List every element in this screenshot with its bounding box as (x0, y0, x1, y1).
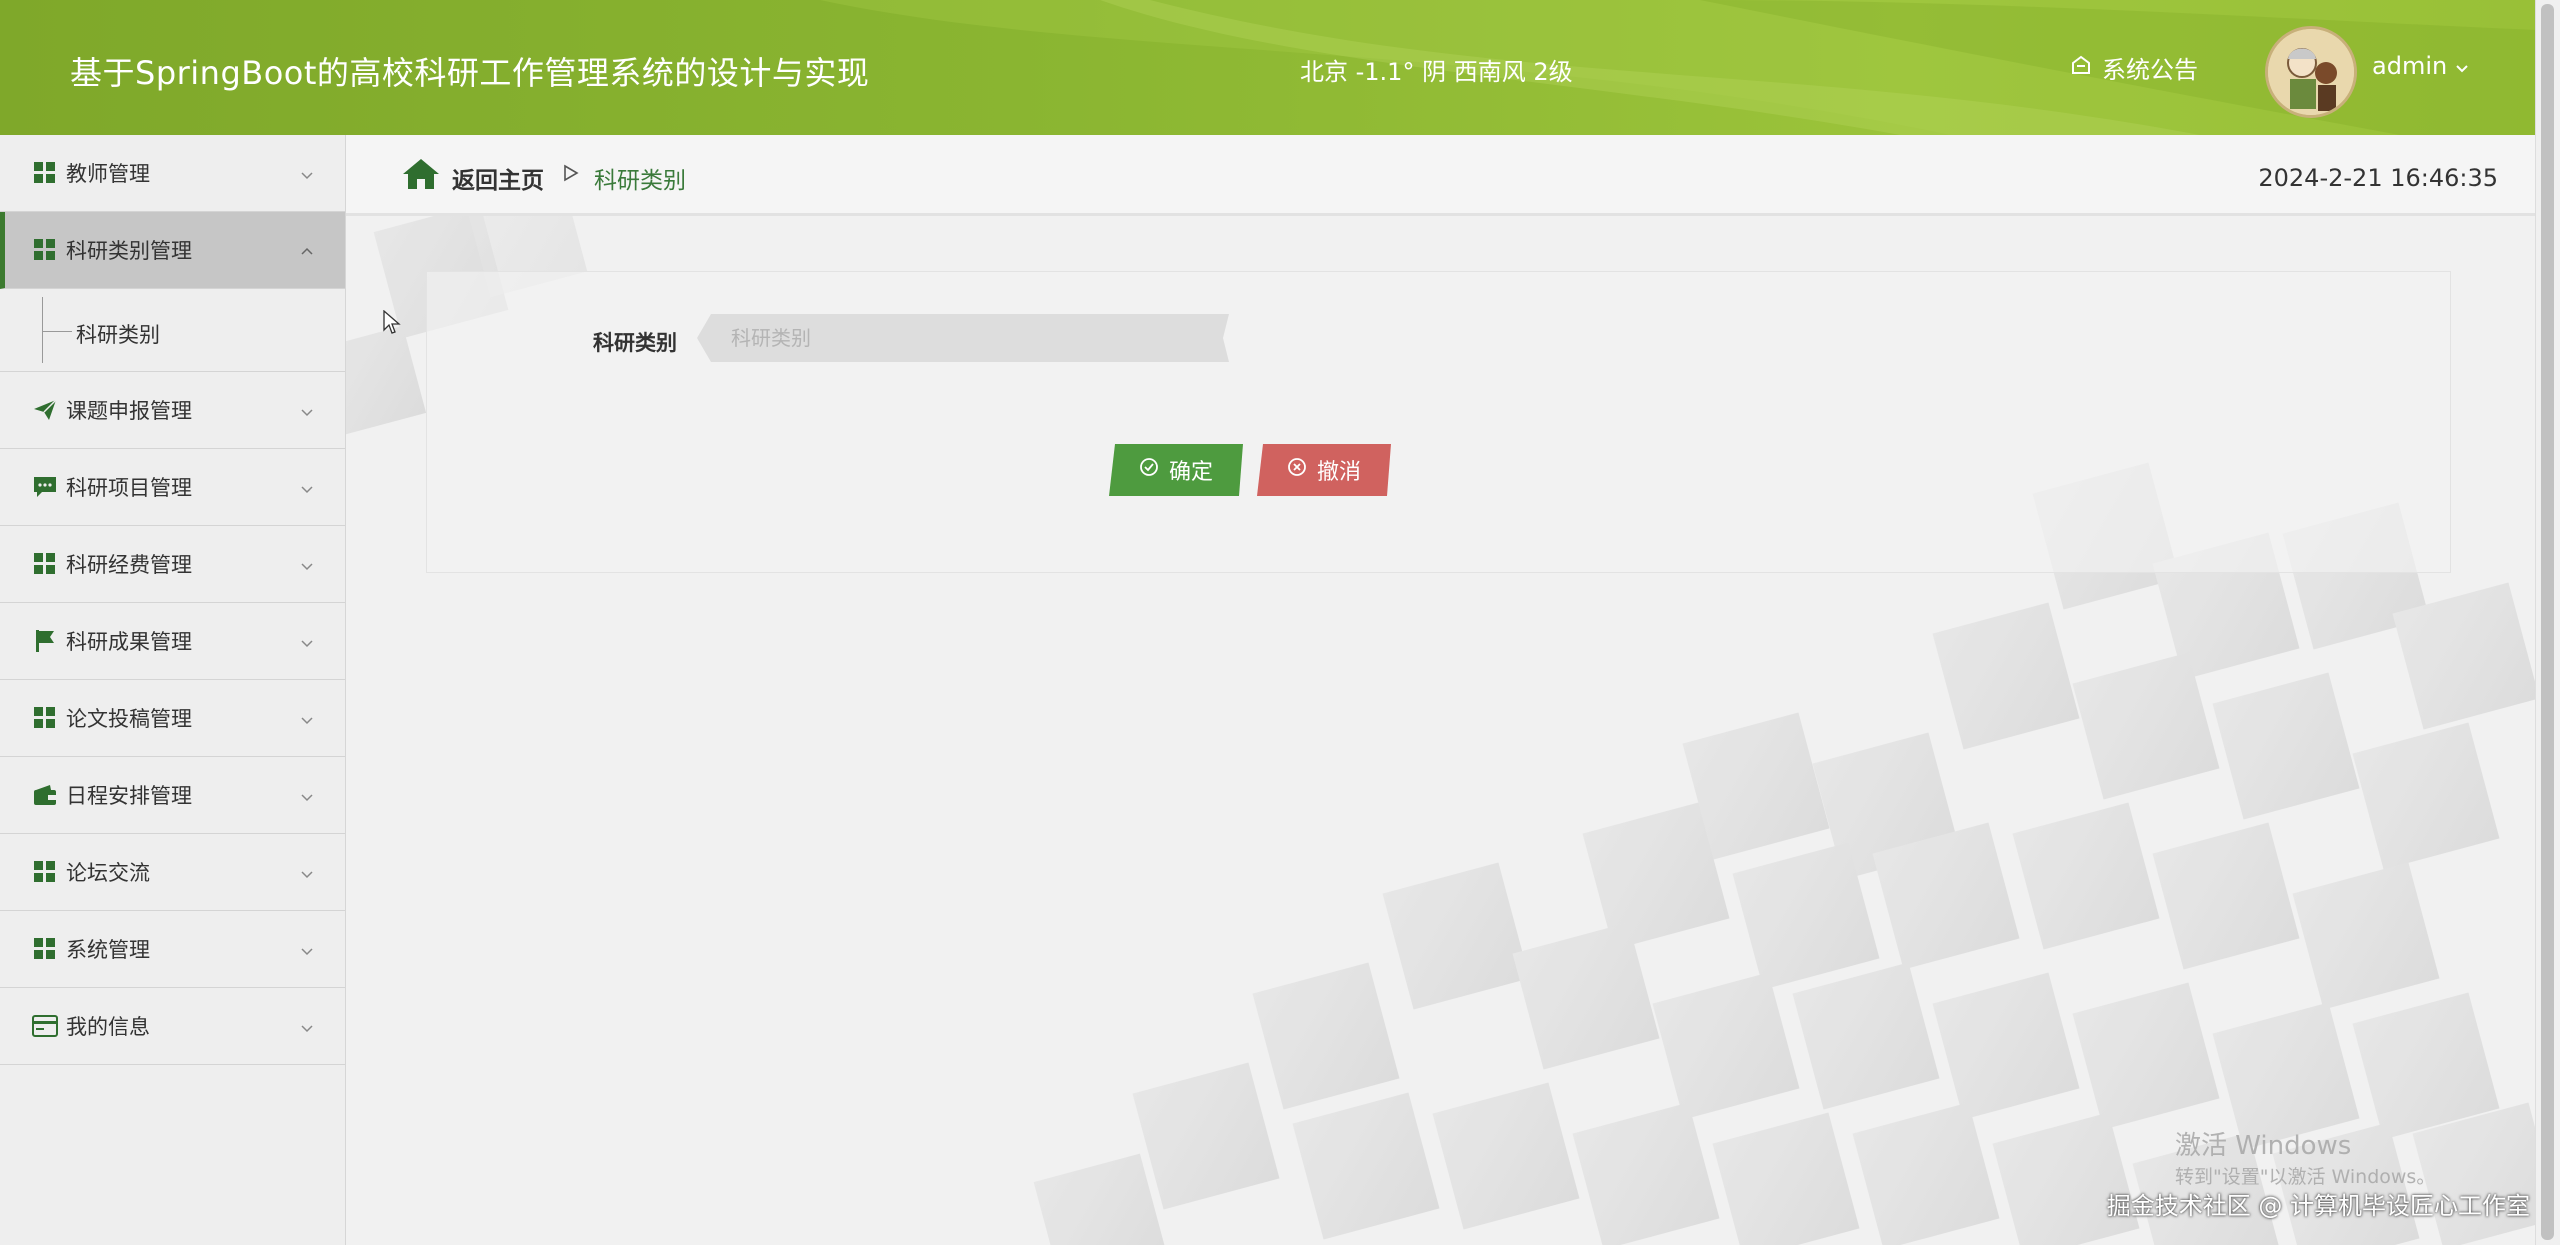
sidebar-item-schedule[interactable]: 日程安排管理 (0, 757, 345, 834)
research-category-label: 科研类别 (593, 331, 677, 355)
chevron-down-icon (299, 164, 315, 188)
sidebar-item-label: 科研成果管理 (66, 630, 192, 654)
cancel-button[interactable]: 撤消 (1257, 444, 1391, 496)
sidebar-item-paper-submission[interactable]: 论文投稿管理 (0, 680, 345, 757)
chevron-down-icon (299, 709, 315, 733)
user-menu[interactable]: admin (2372, 52, 2469, 80)
research-category-input[interactable] (697, 314, 1229, 362)
weather-info: 北京 -1.1° 阴 西南风 2级 (1300, 58, 1573, 86)
sidebar-item-my-info[interactable]: 我的信息 (0, 988, 345, 1065)
sidebar-item-label: 课题申报管理 (66, 399, 192, 423)
current-datetime: 2024-2-21 16:46:35 (2258, 164, 2498, 192)
windows-activation-sub: 转到"设置"以激活 Windows。 (2175, 1166, 2436, 1188)
sidebar-item-label: 论坛交流 (66, 861, 150, 885)
sidebar-item-research-project[interactable]: 科研项目管理 (0, 449, 345, 526)
chevron-down-icon (299, 786, 315, 810)
sidebar: 教师管理 科研类别管理 科研类别 课题申报管理 科研项目管理 科研经费管理 科研… (0, 135, 346, 1245)
grid-icon (32, 936, 58, 962)
flag-icon (32, 628, 58, 654)
chevron-down-icon (299, 555, 315, 579)
breadcrumb-current: 科研类别 (594, 168, 686, 194)
check-circle-icon (1139, 457, 1159, 483)
grid-icon (32, 160, 58, 186)
breadcrumb-home-link[interactable]: 返回主页 (452, 161, 544, 195)
submenu: 科研类别 (0, 289, 345, 372)
wallet-icon (32, 782, 58, 808)
card-icon (32, 1013, 58, 1039)
close-circle-icon (1287, 457, 1307, 483)
sidebar-item-label: 论文投稿管理 (66, 707, 192, 731)
submenu-item-research-category[interactable]: 科研类别 (76, 319, 160, 349)
form-panel: 科研类别 确定 撤消 (426, 271, 2451, 573)
system-notice-button[interactable]: 系统公告 (2070, 50, 2198, 85)
chevron-down-icon (299, 632, 315, 656)
sidebar-item-research-category[interactable]: 科研类别管理 (0, 212, 345, 289)
page-scrollbar[interactable] (2535, 0, 2560, 1245)
chevron-down-icon (299, 940, 315, 964)
sidebar-item-forum[interactable]: 论坛交流 (0, 834, 345, 911)
chevron-down-icon (299, 863, 315, 887)
sidebar-item-label: 教师管理 (66, 162, 150, 186)
windows-activation-title: 激活 Windows (2175, 1131, 2352, 1161)
avatar[interactable] (2265, 26, 2357, 118)
sidebar-item-label: 我的信息 (66, 1015, 150, 1039)
tree-line (42, 331, 72, 332)
top-header: 基于SpringBoot的高校科研工作管理系统的设计与实现 北京 -1.1° 阴… (0, 0, 2536, 135)
scrollbar-thumb[interactable] (2541, 4, 2554, 1240)
notice-label: 系统公告 (2102, 56, 2198, 84)
sidebar-item-teacher[interactable]: 教师管理 (0, 135, 345, 212)
grid-icon (32, 551, 58, 577)
chevron-down-icon (299, 478, 315, 502)
main-content: 科研类别 确定 撤消 (346, 216, 2536, 1245)
tree-line (42, 297, 43, 363)
sidebar-item-topic-application[interactable]: 课题申报管理 (0, 372, 345, 449)
notice-icon (2070, 54, 2092, 82)
sidebar-item-label: 科研项目管理 (66, 476, 192, 500)
sidebar-item-label: 科研经费管理 (66, 553, 192, 577)
grid-icon (32, 237, 58, 263)
grid-icon (32, 705, 58, 731)
sidebar-item-label: 科研类别管理 (66, 239, 192, 263)
sidebar-item-label: 日程安排管理 (66, 784, 192, 808)
chevron-up-icon (299, 241, 315, 265)
mouse-cursor-icon (383, 309, 401, 340)
paper-plane-icon (32, 397, 58, 423)
cancel-button-label: 撤消 (1316, 460, 1361, 485)
chat-icon (32, 474, 58, 500)
sidebar-item-research-results[interactable]: 科研成果管理 (0, 603, 345, 680)
home-icon[interactable] (401, 157, 441, 195)
confirm-button-label: 确定 (1168, 460, 1213, 485)
chevron-down-icon (299, 1017, 315, 1041)
sidebar-item-system[interactable]: 系统管理 (0, 911, 345, 988)
app-title: 基于SpringBoot的高校科研工作管理系统的设计与实现 (70, 54, 870, 92)
chevron-down-icon (2455, 52, 2469, 80)
triangle-right-icon (562, 163, 580, 187)
chevron-down-icon (299, 401, 315, 425)
confirm-button[interactable]: 确定 (1109, 444, 1243, 496)
grid-icon (32, 859, 58, 885)
user-name: admin (2372, 52, 2448, 80)
sidebar-item-research-funding[interactable]: 科研经费管理 (0, 526, 345, 603)
site-watermark: 掘金技术社区 @ 计算机毕设匠心工作室 (2106, 1192, 2530, 1220)
sidebar-item-label: 系统管理 (66, 938, 150, 962)
breadcrumb: 返回主页 科研类别 2024-2-21 16:46:35 (346, 135, 2536, 216)
